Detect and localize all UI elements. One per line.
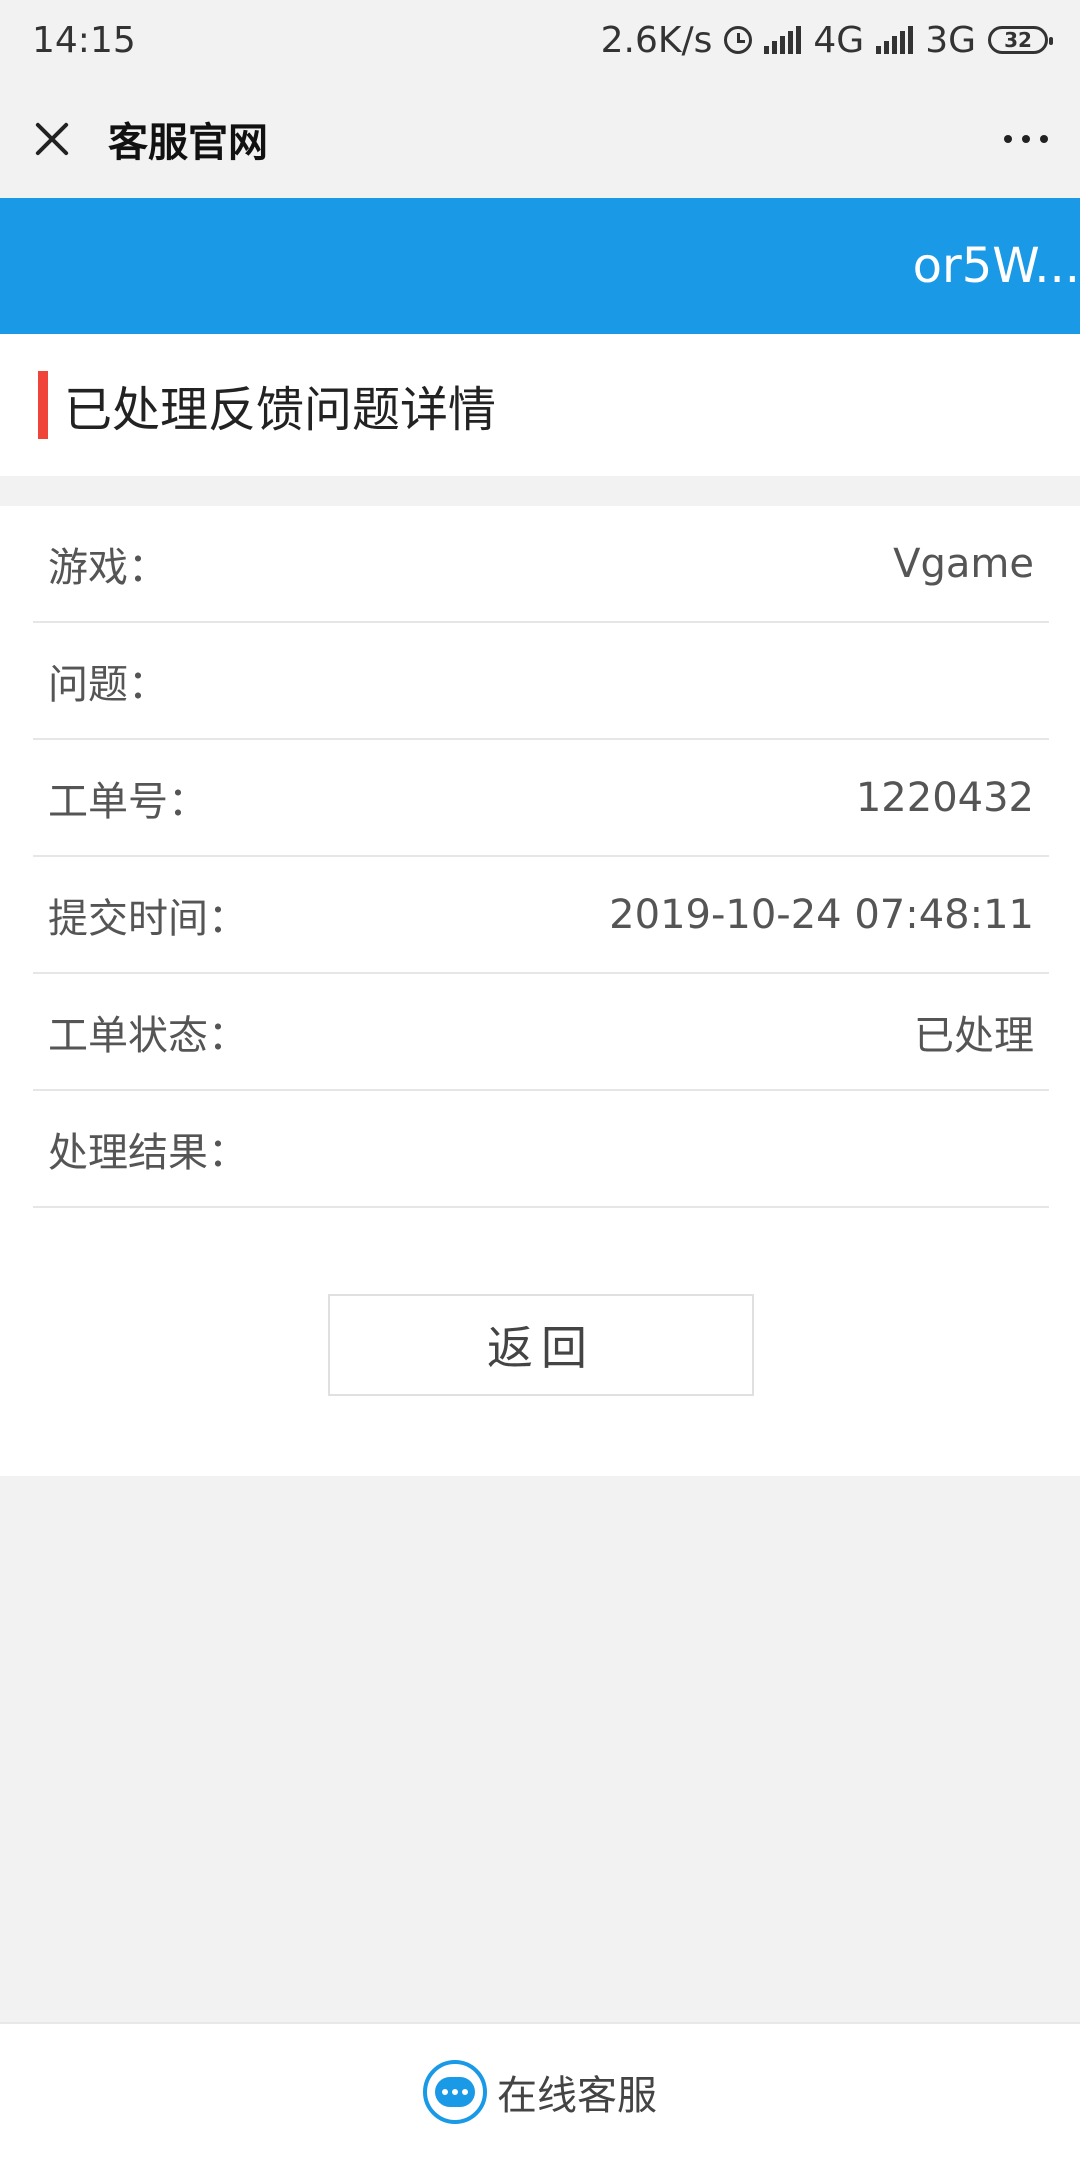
network-speed: 2.6K/s <box>600 19 713 61</box>
status-time: 14:15 <box>32 19 136 61</box>
battery-icon: 32 <box>988 26 1053 54</box>
detail-label: 问题： <box>48 661 168 708</box>
online-service-label: 在线客服 <box>497 2073 657 2119</box>
detail-row-submit-time: 提交时间： 2019-10-24 07:48:11 <box>33 857 1049 974</box>
network-type-1: 4G <box>813 19 865 61</box>
ticket-detail-card: 游戏： Vgame 问题： 工单号： 1220432 提交时间： 2019-10… <box>0 506 1080 1476</box>
back-button[interactable]: 返回 <box>328 1294 754 1396</box>
detail-label: 处理结果： <box>48 1129 248 1176</box>
detail-row-question: 问题： <box>33 623 1049 740</box>
detail-value: 已处理 <box>914 1012 1034 1059</box>
detail-label: 工单号： <box>48 778 208 825</box>
close-icon[interactable] <box>32 119 72 159</box>
section-heading-text: 已处理反馈问题详情 <box>64 382 497 438</box>
more-options-icon[interactable] <box>1004 135 1048 143</box>
detail-value: 1220432 <box>855 774 1034 821</box>
detail-list: 游戏： Vgame 问题： 工单号： 1220432 提交时间： 2019-10… <box>33 506 1049 1208</box>
heading-accent-bar <box>38 371 48 439</box>
signal-icon <box>764 26 802 54</box>
detail-value: Vgame <box>893 540 1034 587</box>
page-title: 客服官网 <box>108 120 268 166</box>
title-bar: 客服官网 <box>0 80 1080 198</box>
section-heading: 已处理反馈问题详情 <box>0 334 1080 476</box>
chat-bubble-icon <box>423 2060 487 2124</box>
detail-row-game: 游戏： Vgame <box>33 506 1049 623</box>
detail-value: 2019-10-24 07:48:11 <box>609 891 1034 938</box>
user-id-text: or5W... <box>912 238 1080 294</box>
alarm-icon <box>724 26 753 54</box>
detail-row-ticket-number: 工单号： 1220432 <box>33 740 1049 857</box>
online-service-button[interactable]: 在线客服 <box>0 2022 1080 2160</box>
signal-icon-2 <box>876 26 914 54</box>
status-icons: 2.6K/s 4G 3G 32 <box>600 19 1053 61</box>
detail-row-status: 工单状态： 已处理 <box>33 974 1049 1091</box>
detail-row-result: 处理结果： <box>33 1091 1049 1208</box>
user-banner: or5W... <box>0 198 1080 334</box>
network-type-2: 3G <box>925 19 976 61</box>
status-bar: 14:15 2.6K/s 4G 3G 32 <box>0 0 1080 80</box>
detail-label: 游戏： <box>48 544 168 591</box>
detail-label: 提交时间： <box>48 895 248 942</box>
detail-label: 工单状态： <box>48 1012 248 1059</box>
